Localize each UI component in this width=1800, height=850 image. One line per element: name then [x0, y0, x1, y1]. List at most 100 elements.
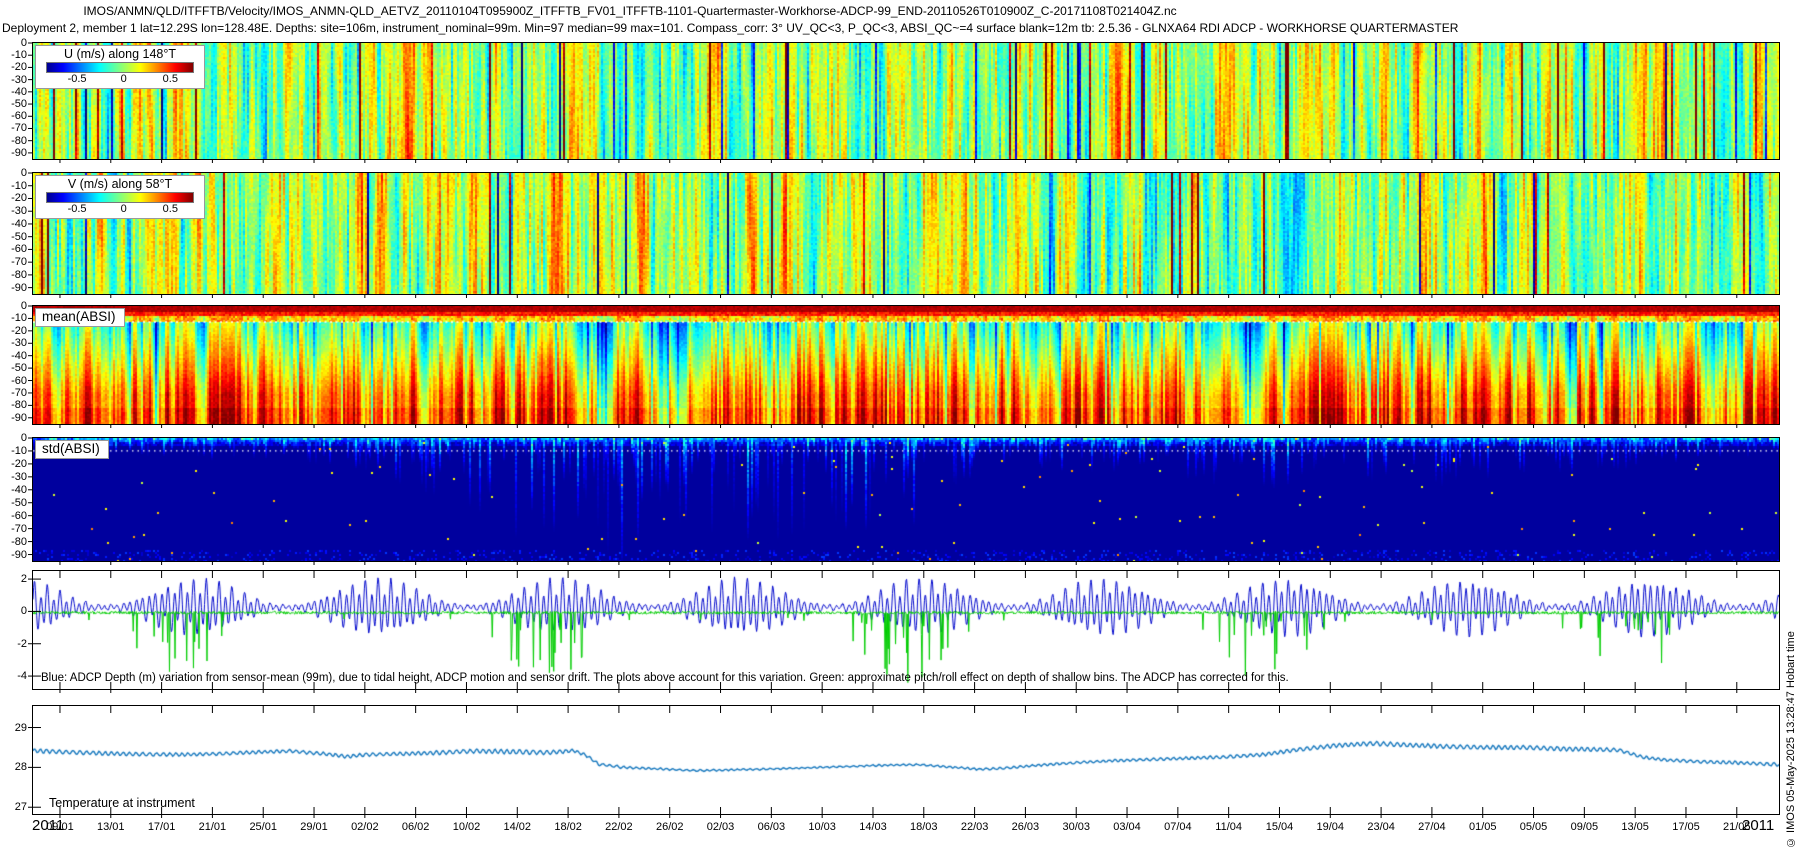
y-tick-label: -90: [11, 282, 27, 294]
x-tick-label: 02/02: [351, 821, 379, 833]
v-legend-title: V (m/s) along 58°T: [36, 176, 204, 191]
y-tick-label: -60: [11, 243, 27, 255]
x-tick-label: 03/04: [1113, 821, 1141, 833]
figure-title: IMOS/ANMN/QLD/ITFFTB/Velocity/IMOS_ANMN-…: [0, 4, 1260, 18]
y-tick-label: 27: [15, 801, 27, 813]
x-tick-label: 10/02: [453, 821, 481, 833]
x-tick-label: 22/02: [605, 821, 633, 833]
x-tick-label: 17/01: [148, 821, 176, 833]
depth-variation-annotation: Blue: ADCP Depth (m) variation from sens…: [41, 672, 1289, 684]
y-tick-label: -30: [11, 471, 27, 483]
temperature-y-axis-labels: 292827: [0, 706, 29, 814]
x-tick-label: 26/02: [656, 821, 684, 833]
u-colorbar-gradient: [46, 62, 194, 73]
y-tick-label: -80: [11, 536, 27, 548]
mean-absi-label: mean(ABSI): [35, 308, 125, 327]
x-tick-label: 22/03: [961, 821, 989, 833]
x-tick-label: 02/03: [707, 821, 735, 833]
y-tick-label: 0: [21, 432, 27, 444]
y-tick-label: -20: [11, 325, 27, 337]
imos-watermark: © IMOS 05-May-2025 13:28:47 Hobart time: [1783, 0, 1799, 848]
y-tick-label: 2: [21, 573, 27, 585]
x-tick-label: 15/04: [1266, 821, 1294, 833]
y-tick-label: -20: [11, 61, 27, 73]
y-tick-label: -10: [11, 445, 27, 457]
v-velocity-heatmap: [33, 173, 1779, 294]
figure-subtitle: Deployment 2, member 1 lat=12.29S lon=12…: [2, 21, 1458, 35]
colorbar-tick-label: 0.5: [163, 73, 178, 85]
u-colorbar-legend: U (m/s) along 148°T -0.5 0 0.5: [35, 45, 205, 89]
y-tick-label: -20: [11, 458, 27, 470]
u-velocity-panel: U (m/s) along 148°T -0.5 0 0.5 0-10-20-3…: [32, 42, 1780, 160]
y-tick-label: -50: [11, 497, 27, 509]
mean-absi-heatmap: [33, 306, 1779, 424]
x-tick-label: 26/03: [1012, 821, 1040, 833]
y-tick-label: -30: [11, 74, 27, 86]
y-tick-label: 29: [15, 722, 27, 734]
x-tick-label: 10/03: [808, 821, 836, 833]
depth-variation-panel: Blue: ADCP Depth (m) variation from sens…: [32, 570, 1780, 690]
y-tick-label: -30: [11, 337, 27, 349]
colorbar-tick-label: 0: [121, 203, 127, 215]
y-tick-label: -70: [11, 256, 27, 268]
y-tick-label: -50: [11, 231, 27, 243]
y-tick-label: -2: [17, 638, 27, 650]
x-tick-label: 30/03: [1062, 821, 1090, 833]
y-tick-label: -4: [17, 670, 27, 682]
y-tick-label: 0: [21, 300, 27, 312]
x-tick-label: 07/04: [1164, 821, 1192, 833]
x-tick-label: 25/01: [249, 821, 277, 833]
y-tick-label: -80: [11, 269, 27, 281]
y-tick-label: -10: [11, 49, 27, 61]
temperature-caption: Temperature at instrument: [49, 796, 195, 810]
y-tick-label: -90: [11, 549, 27, 561]
x-tick-label: 13/01: [97, 821, 125, 833]
y-tick-label: -80: [11, 399, 27, 411]
x-tick-label: 14/03: [859, 821, 887, 833]
y-tick-label: 0: [21, 605, 27, 617]
y-tick-label: 0: [21, 167, 27, 179]
x-tick-label: 11/04: [1215, 821, 1242, 833]
x-tick-label: 19/04: [1317, 821, 1345, 833]
x-tick-label: 13/05: [1621, 821, 1649, 833]
x-axis-date-labels: 09/0113/0117/0121/0125/0129/0102/0206/02…: [32, 819, 1780, 837]
y-tick-label: -40: [11, 218, 27, 230]
colorbar-tick-label: 0.5: [163, 203, 178, 215]
v-y-axis-labels: 0-10-20-30-40-50-60-70-80-90: [0, 173, 29, 294]
x-tick-label: 05/05: [1520, 821, 1548, 833]
v-colorbar-gradient: [46, 192, 194, 203]
y-tick-label: -50: [11, 98, 27, 110]
x-tick-label: 06/03: [758, 821, 786, 833]
u-velocity-heatmap: [33, 43, 1779, 159]
x-axis-year-right: 2011: [1742, 817, 1774, 834]
x-tick-label: 29/01: [300, 821, 328, 833]
temperature-panel: Temperature at instrument 292827: [32, 705, 1780, 815]
x-tick-label: 18/03: [910, 821, 938, 833]
colorbar-tick-label: 0: [121, 73, 127, 85]
y-tick-label: -40: [11, 484, 27, 496]
y-tick-label: -70: [11, 523, 27, 535]
y-tick-label: -60: [11, 110, 27, 122]
y-tick-label: -30: [11, 205, 27, 217]
mean-absi-y-axis-labels: 0-10-20-30-40-50-60-70-80-90: [0, 306, 29, 424]
x-tick-label: 01/05: [1469, 821, 1497, 833]
x-tick-label: 18/02: [554, 821, 582, 833]
x-tick-label: 27/04: [1418, 821, 1446, 833]
mean-absi-panel: mean(ABSI) 0-10-20-30-40-50-60-70-80-90: [32, 305, 1780, 425]
x-tick-label: 23/04: [1367, 821, 1395, 833]
u-colorbar-ticks: -0.5 0 0.5: [46, 73, 194, 87]
v-velocity-panel: V (m/s) along 58°T -0.5 0 0.5 0-10-20-30…: [32, 172, 1780, 295]
y-tick-label: -60: [11, 375, 27, 387]
y-tick-label: -60: [11, 510, 27, 522]
u-legend-title: U (m/s) along 148°T: [36, 46, 204, 61]
y-tick-label: -40: [11, 350, 27, 362]
y-tick-label: 0: [21, 37, 27, 49]
v-colorbar-ticks: -0.5 0 0.5: [46, 203, 194, 217]
std-absi-y-axis-labels: 0-10-20-30-40-50-60-70-80-90: [0, 438, 29, 561]
x-tick-label: 09/05: [1571, 821, 1599, 833]
colorbar-tick-label: -0.5: [68, 203, 87, 215]
adcp-summary-figure: IMOS/ANMN/QLD/ITFFTB/Velocity/IMOS_ANMN-…: [0, 0, 1800, 850]
std-absi-label: std(ABSI): [35, 440, 109, 459]
x-tick-label: 17/05: [1672, 821, 1700, 833]
y-tick-label: -90: [11, 147, 27, 159]
